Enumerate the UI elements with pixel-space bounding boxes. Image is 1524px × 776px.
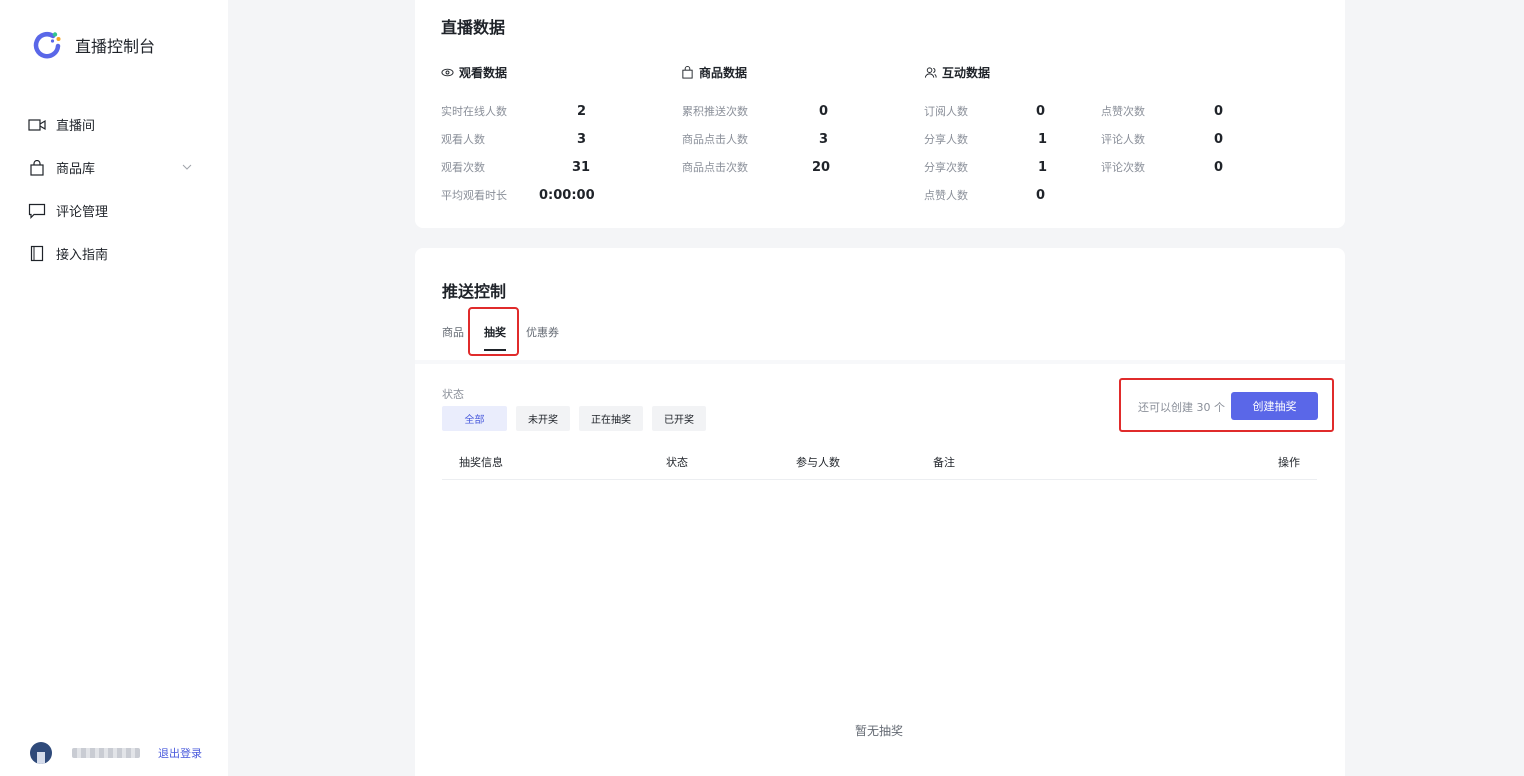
tab-goods[interactable]: 商品 bbox=[442, 324, 464, 340]
metric-label: 评论次数 bbox=[1101, 161, 1145, 174]
users-icon bbox=[924, 67, 937, 78]
user-profile: 退出登录 bbox=[30, 742, 202, 764]
metric-value: 0:00:00 bbox=[539, 188, 595, 203]
metric-value: 0 bbox=[1036, 104, 1046, 119]
sidebar-item-comment-management[interactable]: 评论管理 bbox=[28, 189, 198, 232]
shopping-bag-icon bbox=[28, 159, 46, 177]
logo-icon bbox=[33, 32, 61, 59]
filter-all[interactable]: 全部 bbox=[442, 406, 507, 431]
app-logo: 直播控制台 bbox=[31, 29, 155, 61]
metric-label: 分享次数 bbox=[924, 161, 968, 174]
metric-label: 点赞次数 bbox=[1101, 105, 1145, 118]
metric-label: 评论人数 bbox=[1101, 133, 1145, 146]
filter-drawing[interactable]: 正在抽奖 bbox=[579, 406, 643, 431]
sidebar-item-label: 直播间 bbox=[56, 119, 96, 134]
column-header-remark: 备注 bbox=[933, 456, 955, 469]
metric-label: 商品点击人数 bbox=[682, 133, 748, 146]
tab-coupon[interactable]: 优惠券 bbox=[526, 324, 559, 340]
live-stats-title: 直播数据 bbox=[441, 18, 506, 37]
empty-state-text: 暂无抽奖 bbox=[855, 724, 904, 738]
status-filter-label: 状态 bbox=[442, 388, 464, 401]
create-lottery-button[interactable]: 创建抽奖 bbox=[1231, 392, 1318, 420]
status-filters: 全部 未开奖 正在抽奖 已开奖 bbox=[442, 406, 715, 431]
column-header-status: 状态 bbox=[666, 456, 688, 469]
create-lottery-area: 还可以创建 30 个 创建抽奖 bbox=[1119, 378, 1334, 432]
sidebar-item-label: 评论管理 bbox=[56, 205, 109, 220]
shopping-bag-icon bbox=[682, 66, 693, 79]
metric-label: 点赞人数 bbox=[924, 189, 968, 202]
goods-data-label: 商品数据 bbox=[699, 66, 748, 80]
metric-value: 3 bbox=[577, 132, 587, 147]
logout-link[interactable]: 退出登录 bbox=[158, 745, 202, 761]
metric-value: 0 bbox=[1214, 104, 1224, 119]
metric-value: 0 bbox=[1036, 188, 1046, 203]
push-control-title: 推送控制 bbox=[442, 282, 507, 301]
sidebar: 直播控制台 直播间 商品库 评论管理 接入指南 退出登录 bbox=[0, 0, 228, 776]
metric-label: 平均观看时长 bbox=[441, 189, 507, 202]
sidebar-item-live-room[interactable]: 直播间 bbox=[28, 103, 198, 146]
metric-label: 累积推送次数 bbox=[682, 105, 748, 118]
column-header-lottery-info: 抽奖信息 bbox=[459, 456, 503, 469]
metric-value: 1 bbox=[1038, 160, 1048, 175]
goods-data-title: 商品数据 bbox=[681, 64, 747, 81]
viewing-data-title: 观看数据 bbox=[441, 64, 507, 81]
metric-label: 商品点击次数 bbox=[682, 161, 748, 174]
panel-divider bbox=[415, 360, 1345, 364]
app-title: 直播控制台 bbox=[75, 37, 156, 56]
metric-value: 1 bbox=[1038, 132, 1048, 147]
metric-value: 2 bbox=[577, 104, 587, 119]
metric-value: 31 bbox=[572, 160, 591, 175]
column-header-participants: 参与人数 bbox=[796, 456, 840, 469]
metric-label: 观看人数 bbox=[441, 133, 485, 146]
lottery-tab-highlight bbox=[468, 307, 519, 356]
viewing-data-label: 观看数据 bbox=[459, 66, 508, 80]
metric-value: 0 bbox=[819, 104, 829, 119]
sidebar-nav: 直播间 商品库 评论管理 接入指南 bbox=[28, 103, 198, 275]
comment-icon bbox=[28, 202, 46, 220]
metric-value: 3 bbox=[819, 132, 829, 147]
book-icon bbox=[28, 245, 46, 263]
filter-drawn[interactable]: 已开奖 bbox=[652, 406, 706, 431]
lottery-table-header: 抽奖信息 状态 参与人数 备注 操作 bbox=[442, 448, 1317, 480]
video-camera-icon bbox=[28, 116, 46, 134]
username-redacted bbox=[72, 748, 140, 758]
push-control-card: 推送控制 商品 抽奖 优惠券 状态 全部 未开奖 正在抽奖 已开奖 还可以创建 … bbox=[415, 248, 1345, 776]
sidebar-item-label: 接入指南 bbox=[56, 248, 109, 263]
eye-icon bbox=[441, 68, 454, 77]
sidebar-item-product-library[interactable]: 商品库 bbox=[28, 146, 198, 189]
metric-label: 分享人数 bbox=[924, 133, 968, 146]
interaction-data-title: 互动数据 bbox=[924, 64, 990, 81]
filter-not-drawn[interactable]: 未开奖 bbox=[516, 406, 570, 431]
chevron-down-icon[interactable] bbox=[180, 160, 194, 174]
remaining-count-text: 还可以创建 30 个 bbox=[1138, 401, 1225, 414]
live-stats-card: 直播数据 观看数据 实时在线人数 2 观看人数 3 观看次数 31 平均观看时长… bbox=[415, 0, 1345, 228]
metric-label: 实时在线人数 bbox=[441, 105, 507, 118]
sidebar-item-label: 商品库 bbox=[56, 162, 96, 177]
metric-value: 0 bbox=[1214, 160, 1224, 175]
interaction-data-label: 互动数据 bbox=[942, 66, 991, 80]
sidebar-item-access-guide[interactable]: 接入指南 bbox=[28, 232, 198, 275]
avatar[interactable] bbox=[30, 742, 52, 764]
metric-label: 订阅人数 bbox=[924, 105, 968, 118]
column-header-actions: 操作 bbox=[1278, 456, 1300, 469]
metric-label: 观看次数 bbox=[441, 161, 485, 174]
metric-value: 20 bbox=[812, 160, 831, 175]
metric-value: 0 bbox=[1214, 132, 1224, 147]
